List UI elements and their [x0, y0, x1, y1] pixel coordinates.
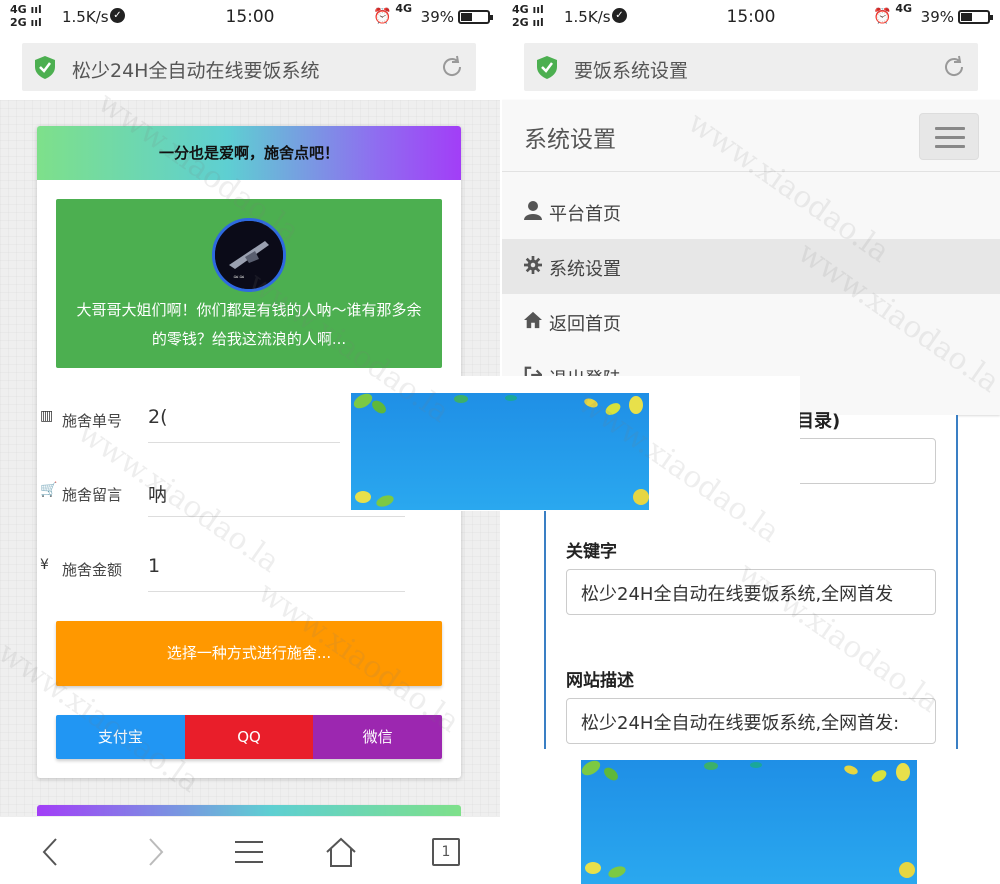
message-label: 施舍留言 — [62, 486, 123, 504]
amount-input[interactable]: 1 — [148, 555, 160, 577]
secure-shield-icon — [537, 56, 557, 79]
home-icon[interactable] — [324, 835, 358, 869]
menu-item-platform-home[interactable]: 平台首页 — [502, 184, 1000, 239]
battery-percent: 39% — [920, 8, 954, 26]
leaves-decoration — [581, 760, 915, 878]
forward-icon[interactable] — [138, 835, 172, 869]
description-label: 网站描述 — [566, 671, 634, 691]
hamburger-button[interactable] — [919, 113, 979, 160]
reload-icon[interactable] — [942, 55, 966, 79]
tabs-button[interactable]: 1 — [432, 838, 460, 866]
nav-dropdown: 系统设置 平台首页 系统设置 返回首页 — [502, 100, 1000, 415]
order-number-input[interactable]: 2( — [148, 406, 168, 428]
menu-icon[interactable] — [232, 835, 266, 869]
battery-icon — [958, 10, 993, 24]
gear-icon — [524, 256, 542, 274]
keywords-input[interactable]: 松少24H全自动在线要饭系统,全网首发 — [566, 569, 936, 615]
barcode-icon: ▥ — [40, 408, 54, 424]
amount-label: 施舍金额 — [62, 561, 123, 579]
field-underline — [148, 516, 405, 517]
cart-icon: 🛒 — [40, 482, 58, 498]
order-number-label: 施舍单号 — [62, 412, 123, 430]
avatar: ≈≈ — [212, 218, 286, 292]
sky-leaves-image — [351, 393, 649, 510]
description-input[interactable]: 松少24H全自动在线要饭系统,全网首发: — [566, 698, 936, 744]
battery-percent: 39% — [420, 8, 454, 26]
amount-field[interactable]: ¥ 施舍金额 1 — [40, 553, 440, 592]
battery-icon — [458, 10, 493, 24]
lte-indicator: 4G — [395, 2, 412, 15]
leaves-decoration — [353, 393, 649, 507]
beg-message: 大哥哥大姐们啊！你们都是有钱的人呐～谁有那多余的零钱？给我这流浪的人啊... — [76, 301, 422, 348]
choose-payment-button[interactable]: 选择一种方式进行施舍... — [56, 621, 442, 686]
status-bar: 4G ııl 2G ııl 1.5K/s ✓ 15:00 ⏰ 4G 39% — [0, 0, 500, 36]
menu-label: 系统设置 — [549, 259, 621, 280]
wechat-button[interactable]: 微信 — [313, 715, 442, 759]
reload-icon[interactable] — [440, 55, 464, 79]
svg-text:≈≈: ≈≈ — [233, 273, 245, 281]
user-icon — [524, 201, 542, 220]
avatar-image: ≈≈ — [215, 221, 283, 289]
nav-header: 系统设置 — [502, 100, 1000, 172]
payment-buttons: 支付宝 QQ 微信 — [56, 715, 442, 759]
secure-shield-icon — [35, 56, 55, 79]
keywords-label: 关键字 — [566, 542, 617, 562]
message-box: ≈≈ 大哥哥大姐们啊！你们都是有钱的人呐～谁有那多余的零钱？给我这流浪的人啊..… — [56, 199, 442, 368]
alarm-icon: ⏰ — [873, 7, 892, 25]
browser-nav-bar: 1 — [0, 816, 500, 884]
menu-label: 返回首页 — [549, 314, 621, 335]
page-title: 要饭系统设置 — [574, 60, 689, 82]
nav-title: 系统设置 — [524, 127, 616, 153]
menu-item-back-home[interactable]: 返回首页 — [502, 294, 1000, 349]
lte-indicator: 4G — [895, 2, 912, 15]
address-bar[interactable]: 要饭系统设置 — [524, 43, 978, 91]
message-input[interactable]: 呐 — [148, 480, 167, 507]
back-icon[interactable] — [34, 835, 68, 869]
partial-field-label: 目录) — [796, 411, 841, 432]
qq-button[interactable]: QQ — [184, 715, 314, 759]
menu-label: 平台首页 — [549, 204, 621, 225]
alarm-icon: ⏰ — [373, 7, 392, 25]
card-banner: 一分也是爱啊，施舍点吧！ — [37, 126, 461, 180]
alipay-button[interactable]: 支付宝 — [56, 715, 185, 759]
menu-item-system-settings[interactable]: 系统设置 — [502, 239, 1000, 294]
sky-leaves-image — [581, 760, 917, 884]
banner-text: 一分也是爱啊，施舍点吧！ — [158, 144, 339, 162]
page-title: 松少24H全自动在线要饭系统 — [72, 60, 320, 82]
home-icon — [524, 311, 542, 329]
yen-icon: ¥ — [40, 557, 49, 573]
address-bar[interactable]: 松少24H全自动在线要饭系统 — [22, 43, 476, 91]
status-bar: 4G ııl 2G ııl 1.5K/s ✓ 15:00 ⏰ 4G 39% — [502, 0, 1000, 36]
field-underline — [148, 591, 405, 592]
